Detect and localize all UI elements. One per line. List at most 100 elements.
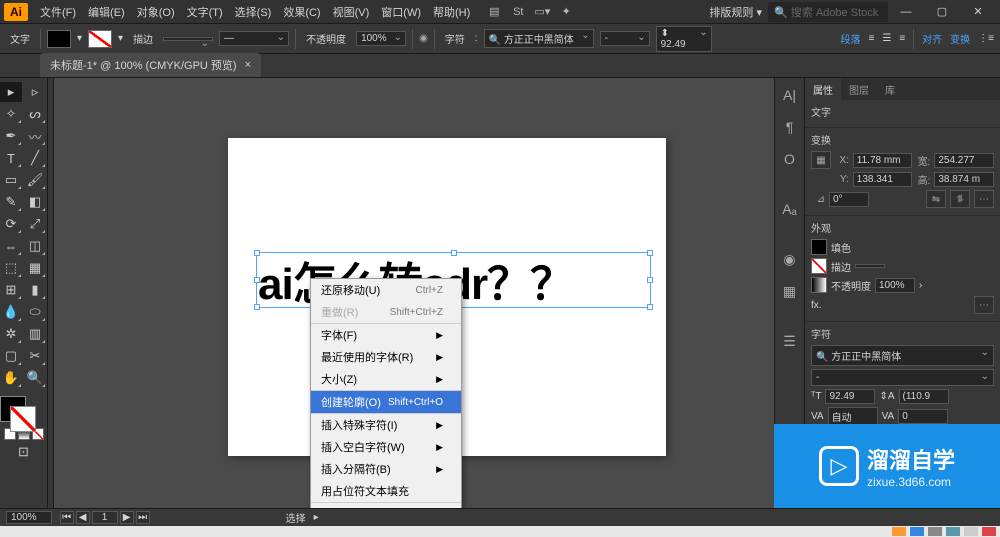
sel-handle-mr[interactable] [647, 277, 653, 283]
fill-swatch[interactable] [47, 30, 71, 48]
curvature-tool[interactable]: 〰 [24, 126, 46, 146]
search-stock[interactable]: 🔍 搜索 Adobe Stock [768, 2, 888, 22]
arrange-icon[interactable]: ▭▾ [534, 4, 550, 20]
menu-edit[interactable]: 编辑(E) [82, 4, 131, 20]
tab-close-icon[interactable]: × [245, 59, 251, 71]
lasso-tool[interactable]: ᔕ [24, 104, 46, 124]
symbol-sprayer-tool[interactable]: ✲ [0, 324, 22, 344]
recolor-icon[interactable]: ◉ [419, 33, 428, 44]
menu-type[interactable]: 文字(T) [181, 4, 229, 20]
magic-wand-tool[interactable]: ✧ [0, 104, 22, 124]
menu-file[interactable]: 文件(F) [34, 4, 82, 20]
shape-builder-tool[interactable]: ⬚ [0, 258, 22, 278]
sel-handle-bl[interactable] [254, 304, 260, 310]
tray-icon-4[interactable] [946, 527, 960, 536]
page-prev-icon[interactable]: ◀ [76, 511, 90, 524]
sel-handle-tl[interactable] [254, 250, 260, 256]
tab-layers[interactable]: 图层 [841, 78, 877, 100]
window-minimize[interactable]: — [888, 6, 924, 18]
screen-mode[interactable]: ⊡ [0, 442, 47, 462]
font-family[interactable]: 🔍 方正正中黑简体 [484, 29, 594, 48]
opacity-field[interactable]: 100% [356, 31, 406, 46]
font-style[interactable]: - [600, 31, 650, 46]
menu-effect[interactable]: 效果(C) [277, 4, 326, 20]
transform-link[interactable]: 变换 [950, 31, 970, 46]
leading-panel[interactable]: (110.9 [899, 389, 949, 404]
ref-point-icon[interactable]: ▦ [811, 151, 831, 169]
panel-menu-icon[interactable]: ⋮≡ [978, 33, 994, 44]
stroke-swatch-panel[interactable] [811, 258, 827, 274]
type-tool[interactable]: T [0, 148, 22, 168]
ctx-transform[interactable]: 变换(T)▶ [311, 503, 461, 508]
rotate-tool[interactable]: ⟳ [0, 214, 22, 234]
perspective-tool[interactable]: ▦ [24, 258, 46, 278]
character-panel-icon[interactable]: A| [779, 84, 801, 106]
swatches-panel-icon[interactable]: ▦ [779, 280, 801, 302]
more-transform-icon[interactable]: ⋯ [974, 190, 994, 208]
tab-libraries[interactable]: 库 [877, 78, 903, 100]
font-family-panel[interactable]: 🔍 方正正中黑简体 [811, 345, 994, 366]
menu-window[interactable]: 窗口(W) [375, 4, 427, 20]
page-next-icon[interactable]: ▶ [120, 511, 134, 524]
color-panel-icon[interactable]: ◉ [779, 248, 801, 270]
flip-v-icon[interactable]: ⥮ [950, 190, 970, 208]
page-last-icon[interactable]: ⏭ [136, 511, 150, 524]
artboard-tool[interactable]: ▢ [0, 346, 22, 366]
align-center-icon[interactable]: ☰ [882, 33, 891, 44]
fx-icon[interactable]: fx. [811, 300, 822, 311]
page-first-icon[interactable]: ⏮ [60, 511, 74, 524]
rectangle-tool[interactable]: ▭ [0, 170, 22, 190]
ctx-undo[interactable]: 还原移动(U)Ctrl+Z [311, 279, 461, 301]
free-transform-tool[interactable]: ◫ [24, 236, 46, 256]
sel-handle-tr[interactable] [647, 250, 653, 256]
ctx-create-outlines[interactable]: 创建轮廓(O)Shift+Ctrl+O [311, 391, 461, 414]
angle-field[interactable]: 0° [829, 192, 869, 207]
opacity-field-panel[interactable]: 100% [875, 278, 915, 293]
tray-icon-2[interactable] [910, 527, 924, 536]
zoom-tool[interactable]: 🔍 [24, 368, 46, 388]
hand-tool[interactable]: ✋ [0, 368, 22, 388]
stroke-profile[interactable]: — [219, 31, 289, 46]
page-field[interactable]: 1 [92, 511, 118, 524]
gradient-tool[interactable]: ▮ [24, 280, 46, 300]
zoom-field[interactable]: 100% [6, 511, 52, 524]
stroke-swatch[interactable] [88, 30, 112, 48]
fill-swatch-panel[interactable] [811, 239, 827, 255]
align-right-icon[interactable]: ≡ [899, 33, 905, 44]
font-size-panel[interactable]: 92.49 [825, 389, 875, 404]
bridge-icon[interactable]: ▤ [486, 4, 502, 20]
ctx-size[interactable]: 大小(Z)▶ [311, 368, 461, 391]
slice-tool[interactable]: ✂ [24, 346, 46, 366]
menu-select[interactable]: 选择(S) [229, 4, 278, 20]
width-tool[interactable]: ⇔ [0, 236, 22, 256]
font-size[interactable]: ⬍ 92.49 [656, 26, 712, 52]
w-field[interactable]: 254.277 [934, 153, 994, 168]
pen-tool[interactable]: ✒ [0, 126, 22, 146]
paragraph-link[interactable]: 段落 [841, 31, 861, 46]
direct-selection-tool[interactable]: ▹ [24, 82, 46, 102]
gpu-icon[interactable]: ✦ [558, 4, 574, 20]
sel-handle-ml[interactable] [254, 277, 260, 283]
sel-handle-br[interactable] [647, 304, 653, 310]
align-link[interactable]: 对齐 [922, 31, 942, 46]
canvas[interactable]: ai怎么转cdr？？ 还原移动(U)Ctrl+Z 重做(R)Shift+Ctrl… [48, 78, 774, 508]
menu-object[interactable]: 对象(O) [131, 4, 181, 20]
opacity-swatch-icon[interactable] [811, 277, 827, 293]
stock-icon[interactable]: St [510, 4, 526, 20]
ctx-insert-break[interactable]: 插入分隔符(B)▶ [311, 458, 461, 480]
graph-tool[interactable]: ▥ [24, 324, 46, 344]
menu-view[interactable]: 视图(V) [327, 4, 376, 20]
ctx-insert-whitespace[interactable]: 插入空白字符(W)▶ [311, 436, 461, 458]
tray-icon-5[interactable] [964, 527, 978, 536]
document-tab[interactable]: 未标题-1* @ 100% (CMYK/GPU 预览) × [40, 53, 261, 77]
window-restore[interactable]: ▢ [924, 5, 960, 18]
stroke-color[interactable] [10, 406, 36, 432]
h-field[interactable]: 38.874 m [934, 172, 994, 187]
ctx-recent-fonts[interactable]: 最近使用的字体(R)▶ [311, 346, 461, 368]
tray-icon-3[interactable] [928, 527, 942, 536]
eraser-tool[interactable]: ◧ [24, 192, 46, 212]
paragraph-panel-icon[interactable]: ¶ [779, 116, 801, 138]
line-tool[interactable]: ╱ [24, 148, 46, 168]
blend-tool[interactable]: ⬭ [24, 302, 46, 322]
glyphs-panel-icon[interactable]: Aₐ [779, 198, 801, 220]
